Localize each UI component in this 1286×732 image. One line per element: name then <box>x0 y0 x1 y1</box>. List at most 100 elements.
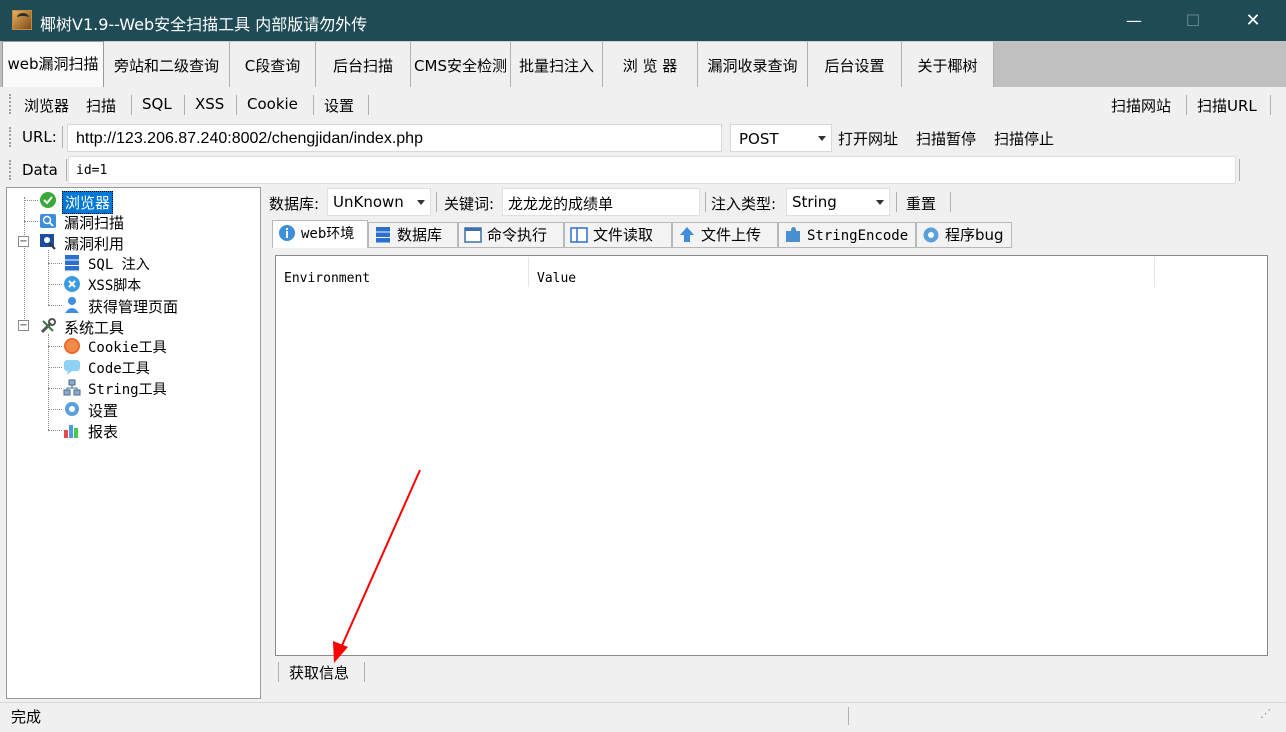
tree-item-code-tool[interactable]: Code工具 <box>88 358 150 378</box>
info-icon <box>279 225 295 241</box>
chevron-down-icon <box>876 200 884 205</box>
minimize-button[interactable]: — <box>1104 0 1164 41</box>
user-icon <box>65 297 79 313</box>
keyword-input[interactable]: 龙龙龙的成绩单 <box>502 188 700 216</box>
toolbar-grip[interactable] <box>9 127 12 147</box>
inject-type-select[interactable]: String <box>786 188 890 216</box>
database-label: 数据库: <box>269 195 320 213</box>
resize-grip-icon[interactable]: ⋰ <box>1260 707 1271 720</box>
reset-button[interactable]: 重置 <box>906 193 936 214</box>
main-tab-strip: web漏洞扫描 旁站和二级查询 C段查询 后台扫描 CMS安全检测 批量扫注入 … <box>0 41 1286 87</box>
subtab-web-env[interactable]: web环境 <box>272 220 368 248</box>
tab-batch-inject[interactable]: 批量扫注入 <box>511 41 603 87</box>
annotation-arrow <box>333 469 421 663</box>
inject-type-label: 注入类型: <box>711 195 777 213</box>
column-header-environment[interactable]: Environment <box>284 271 370 286</box>
title-bar: 椰树V1.9--Web安全扫描工具 内部版请勿外传 — ☐ ✕ <box>0 0 1286 41</box>
toolbar-sql-button[interactable]: SQL <box>142 95 172 113</box>
tree-item-sql-inject[interactable]: SQL 注入 <box>88 254 150 274</box>
inject-type-value: String <box>792 193 837 211</box>
method-select[interactable]: POST <box>730 124 832 152</box>
function-tree: 浏览器 漏洞扫描 − 漏洞利用 SQL 注入 XSS脚本 获得管理页面 − 系统… <box>6 187 261 699</box>
toolbar-scan-button[interactable]: 扫描 <box>86 95 116 116</box>
toolbar-grip[interactable] <box>9 94 12 114</box>
tab-admin-scan[interactable]: 后台扫描 <box>316 41 411 87</box>
subtab-label: 文件读取 <box>593 226 654 244</box>
main-toolbar: 浏览器 扫描 SQL XSS Cookie 设置 扫描网站 扫描URL <box>0 87 1286 120</box>
subtab-command-exec[interactable]: 命令执行 <box>458 222 564 248</box>
tree-item-browser[interactable]: 浏览器 <box>62 191 114 214</box>
post-data-input[interactable]: id=1 <box>68 156 1236 184</box>
subtab-file-upload[interactable]: 文件上传 <box>672 222 778 248</box>
database-value: UnKnown <box>333 193 404 211</box>
column-header-value[interactable]: Value <box>537 271 576 286</box>
tab-vuln-record-query[interactable]: 漏洞收录查询 <box>698 41 808 87</box>
toolbar-separator <box>1270 95 1271 115</box>
tree-connector <box>48 263 62 264</box>
tab-cms-check[interactable]: CMS安全检测 <box>411 41 511 87</box>
tree-item-string-tool[interactable]: String工具 <box>88 379 167 399</box>
stop-scan-button[interactable]: 扫描停止 <box>994 128 1054 149</box>
network-icon <box>63 379 81 396</box>
toolbar-separator <box>66 159 67 181</box>
maximize-button[interactable]: ☐ <box>1163 0 1223 41</box>
toolbar-browser-button[interactable]: 浏览器 <box>24 95 69 116</box>
toolbar-separator <box>705 192 706 212</box>
url-input[interactable]: http://123.206.87.240:8002/chengjidan/in… <box>67 124 722 152</box>
subtab-database[interactable]: 数据库 <box>368 222 458 248</box>
subtab-file-read[interactable]: 文件读取 <box>564 222 672 248</box>
toolbar-cookie-button[interactable]: Cookie <box>247 95 298 113</box>
column-divider[interactable] <box>1154 257 1155 287</box>
method-value: POST <box>739 130 779 148</box>
collapse-icon[interactable]: − <box>18 236 29 247</box>
tree-item-system-tools[interactable]: 系统工具 <box>64 317 124 338</box>
tab-web-vuln-scan[interactable]: web漏洞扫描 <box>2 41 104 87</box>
database-icon <box>65 255 79 271</box>
tree-connector <box>24 200 38 201</box>
gear-icon <box>923 227 939 243</box>
tab-admin-settings[interactable]: 后台设置 <box>808 41 902 87</box>
subtab-program-bug[interactable]: 程序bug <box>916 222 1012 248</box>
status-text: 完成 <box>11 708 42 726</box>
toolbar-grip[interactable] <box>9 160 12 180</box>
bar-chart-icon <box>64 425 78 438</box>
tree-item-cookie-tool[interactable]: Cookie工具 <box>88 337 167 357</box>
tab-about[interactable]: 关于椰树 <box>902 41 994 87</box>
gear-icon <box>65 402 79 416</box>
subtab-label: StringEncode <box>807 228 909 244</box>
app-logo-icon <box>12 10 32 30</box>
chevron-down-icon <box>417 200 425 205</box>
tab-c-segment-query[interactable]: C段查询 <box>230 41 316 87</box>
url-label: URL: <box>22 128 57 146</box>
upload-icon <box>680 227 694 242</box>
toolbar-xss-button[interactable]: XSS <box>195 95 224 113</box>
subtab-string-encode[interactable]: StringEncode <box>778 222 916 248</box>
check-circle-icon <box>40 192 56 208</box>
collapse-icon[interactable]: − <box>18 320 29 331</box>
toolbar-separator <box>896 192 897 212</box>
toolbar-separator <box>184 95 185 115</box>
tree-item-vuln-exploit[interactable]: 漏洞利用 <box>64 233 124 254</box>
cookie-icon <box>64 338 80 354</box>
close-button[interactable]: ✕ <box>1223 0 1283 41</box>
tree-item-xss-script[interactable]: XSS脚本 <box>88 275 141 295</box>
tree-item-vuln-scan[interactable]: 漏洞扫描 <box>64 212 124 233</box>
tree-item-get-admin-page[interactable]: 获得管理页面 <box>88 296 178 317</box>
toolbar-settings-button[interactable]: 设置 <box>324 95 354 116</box>
open-url-button[interactable]: 打开网址 <box>838 128 898 149</box>
scan-search-icon <box>40 214 56 228</box>
toolbar-separator <box>236 95 237 115</box>
tree-connector <box>48 388 62 389</box>
database-select[interactable]: UnKnown <box>327 188 431 216</box>
column-divider[interactable] <box>528 257 529 287</box>
xss-icon <box>64 276 80 292</box>
pause-scan-button[interactable]: 扫描暂停 <box>916 128 976 149</box>
toolbar-separator <box>1186 95 1187 115</box>
tab-browser[interactable]: 浏 览 器 <box>603 41 698 87</box>
scan-url-button[interactable]: 扫描URL <box>1197 95 1257 116</box>
scan-website-button[interactable]: 扫描网站 <box>1111 95 1171 116</box>
tree-connector <box>48 250 49 305</box>
tab-side-site-query[interactable]: 旁站和二级查询 <box>104 41 230 87</box>
tree-item-report[interactable]: 报表 <box>88 421 118 442</box>
tree-item-settings[interactable]: 设置 <box>88 400 118 421</box>
